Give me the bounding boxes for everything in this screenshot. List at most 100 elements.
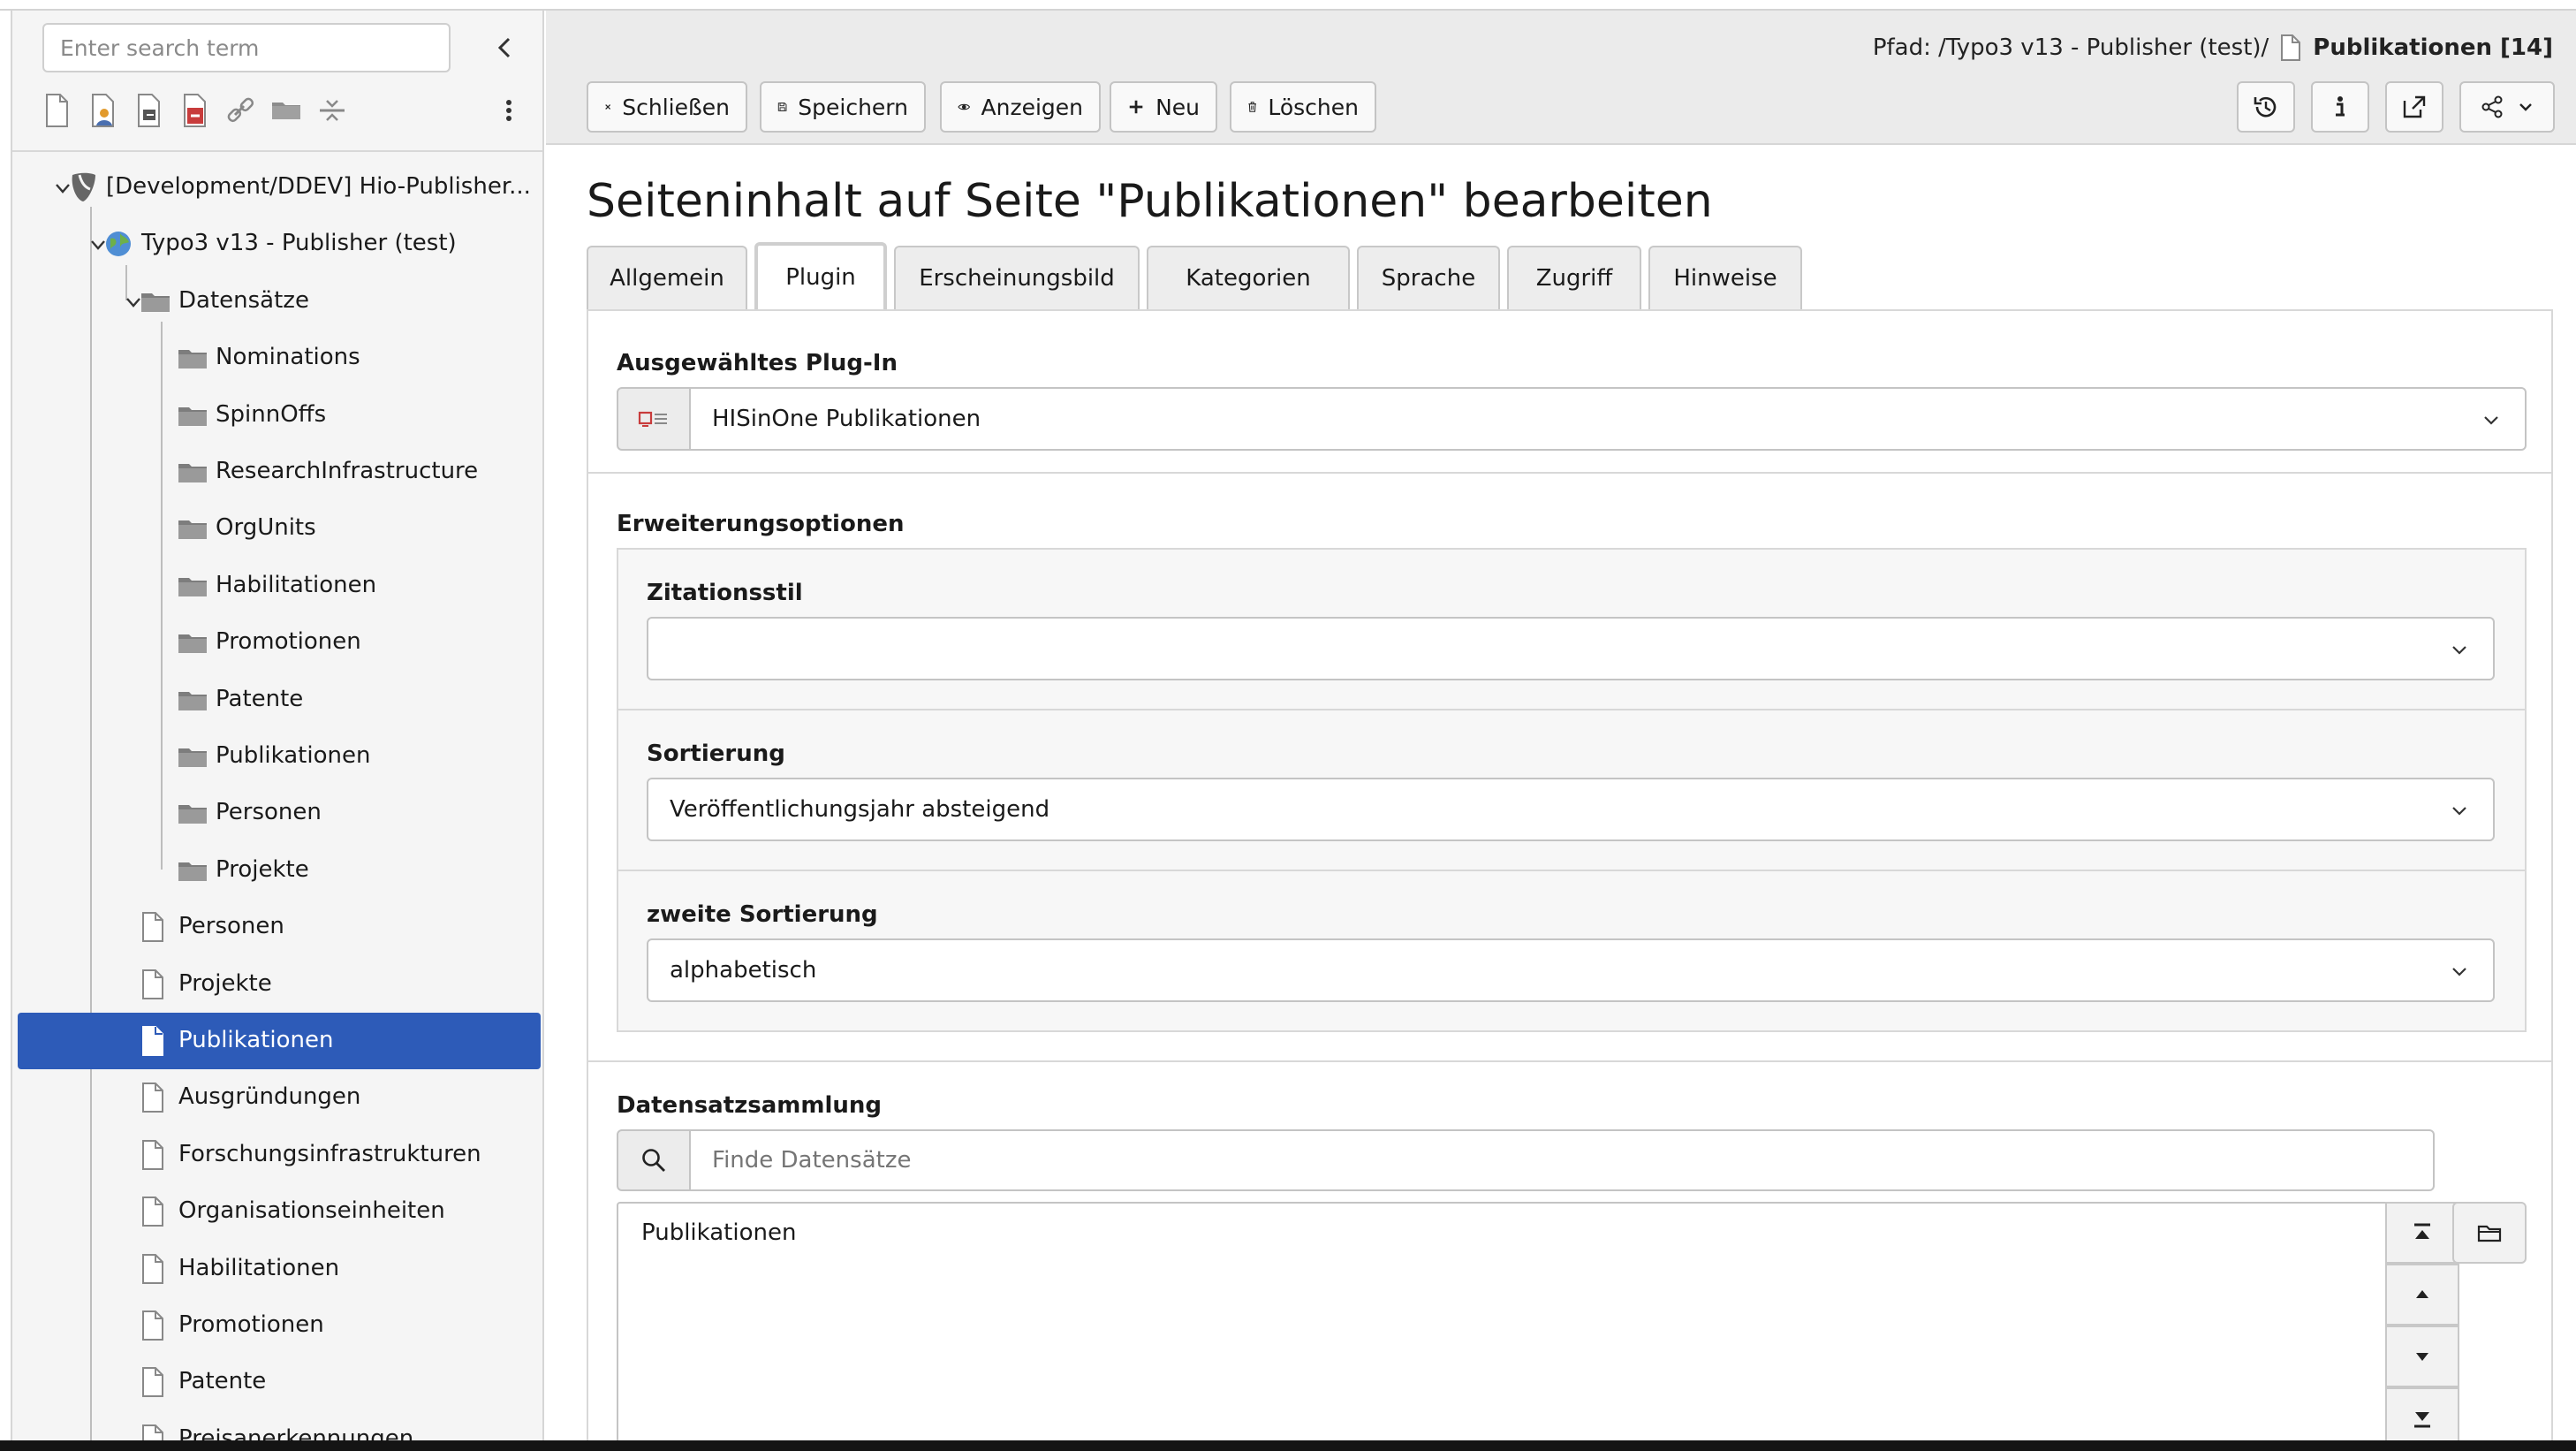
tab-kategorien[interactable]: Kategorien [1147,246,1350,309]
tab-zugriff[interactable]: Zugriff [1507,246,1641,309]
page-icon [140,1308,171,1343]
page-tree-panel: [Development/DDEV] Hio-Publisher... Typo3… [11,11,544,1440]
info-button[interactable] [2311,81,2369,133]
more-vertical-icon[interactable] [493,92,525,129]
history-button[interactable] [2237,81,2295,133]
close-button[interactable]: Schließen [587,81,747,133]
save-button[interactable]: Speichern [760,81,926,133]
tree-item-label: Promotionen [216,628,361,656]
tree-item[interactable]: Publikationen [18,1013,541,1069]
open-new-window-button[interactable] [2385,81,2443,133]
folder-icon [177,739,208,774]
folder-icon [177,568,208,604]
folder-icon [177,853,208,888]
save-icon [777,103,787,111]
tree-item[interactable]: ResearchInfrastructure [18,444,542,500]
tree-item[interactable]: Ausgründungen [18,1069,542,1126]
section-divider [588,472,2551,474]
tree-item-label: Promotionen [178,1311,324,1338]
tree-item[interactable]: Organisationseinheiten [18,1183,542,1240]
page-delete-icon[interactable] [178,92,210,129]
close-button-label: Schließen [622,94,730,120]
folder-icon [177,682,208,718]
tree-item[interactable]: Projekte [18,956,542,1013]
new-button-label: Neu [1155,94,1200,120]
tree-item[interactable]: Preisanerkennungen [18,1411,542,1440]
page-icon [140,1364,171,1400]
browse-records-button[interactable] [2452,1202,2527,1264]
section-divider [588,1060,2551,1062]
page-icon [140,967,171,1002]
chevron-down-icon [2519,103,2532,111]
tree-item[interactable]: [Development/DDEV] Hio-Publisher... [18,159,542,216]
tree-item[interactable]: SpinnOffs [18,387,542,444]
tab-erscheinungsbild[interactable]: Erscheinungsbild [894,246,1140,309]
sorting-label: Sortierung [647,741,785,767]
plugin-select[interactable]: HISinOne Publikationen [689,387,2527,451]
tree-item[interactable]: Habilitationen [18,558,542,614]
tree-search-input[interactable] [42,23,451,72]
arrow-up-icon [2416,1290,2428,1298]
tree-item-label: Personen [216,799,322,826]
tree-item[interactable]: Datensätze [18,273,542,330]
sorting-select[interactable]: Veröffentlichungsjahr absteigend [647,778,2495,841]
tree-item[interactable]: Publikationen [18,728,542,785]
path-prefix: Pfad: /Typo3 v13 - Publisher (test)/ [1872,34,2269,61]
link-icon[interactable] [224,92,256,129]
divider-icon[interactable] [316,92,348,129]
second-sorting-select[interactable]: alphabetisch [647,938,2495,1002]
citation-style-select[interactable] [647,617,2495,680]
tab-allgemein[interactable]: Allgemein [587,246,747,309]
page-link-icon[interactable] [133,92,164,129]
page-user-icon[interactable] [87,92,118,129]
record-collection-list[interactable]: Publikationen [617,1202,2436,1451]
move-down-button[interactable] [2385,1326,2459,1387]
delete-button[interactable]: Löschen [1230,81,1376,133]
move-up-button[interactable] [2385,1264,2459,1326]
tree-item-label: ResearchInfrastructure [216,458,479,484]
tab-sprache[interactable]: Sprache [1357,246,1500,309]
tree-item[interactable]: Promotionen [18,614,542,671]
tree-item-label: Organisationseinheiten [178,1197,445,1225]
folder-icon [177,398,208,433]
second-sorting-value: alphabetisch [670,957,817,984]
tree-item-label: Patente [216,685,304,712]
page-icon [2281,34,2301,61]
folder-open-icon [2477,1225,2502,1242]
chevron-down-icon [2452,646,2466,655]
collapse-sidebar-button[interactable] [489,32,521,64]
tab-plugin[interactable]: Plugin [754,242,887,309]
extension-options-panel: Zitationsstil Sortierung Veröffentlichun… [617,548,2527,1032]
chevron-left-icon [497,37,511,58]
tree-item[interactable]: Personen [18,899,542,955]
new-page-icon[interactable] [41,92,72,129]
tree-item[interactable]: Promotionen [18,1297,542,1354]
share-button[interactable] [2459,81,2555,133]
tree-item-label: Habilitationen [216,571,377,598]
new-button[interactable]: Neu [1110,81,1217,133]
tree-item[interactable]: Personen [18,785,542,841]
section-divider [618,709,2525,710]
view-button[interactable]: Anzeigen [940,81,1101,133]
folder-icon [177,795,208,831]
record-search-input[interactable] [689,1129,2435,1191]
record-item[interactable]: Publikationen [641,1219,796,1246]
tree-item[interactable]: Projekte [18,842,542,899]
tree-item[interactable]: Typo3 v13 - Publisher (test) [18,216,542,272]
tree-item[interactable]: Patente [18,672,542,728]
tree-item[interactable]: OrgUnits [18,500,542,557]
tree-item[interactable]: Forschungsinfrastrukturen [18,1127,542,1183]
path-current-page[interactable]: Publikationen [14] [2313,34,2553,61]
arrow-down-icon [2416,1353,2428,1361]
folder-icon[interactable] [270,92,302,129]
tree-item[interactable]: Habilitationen [18,1241,542,1297]
tab-hinweise[interactable]: Hinweise [1648,246,1802,309]
tree-item[interactable]: Patente [18,1354,542,1410]
tree-item[interactable]: Nominations [18,330,542,386]
page-icon [140,1194,171,1229]
content-area: Pfad: /Typo3 v13 - Publisher (test)/ Pub… [546,11,2576,1451]
tree-item-label: Habilitationen [178,1254,340,1281]
tree-item-label: SpinnOffs [216,400,327,428]
move-to-top-button[interactable] [2385,1202,2459,1264]
plugin-select-value: HISinOne Publikationen [712,406,981,432]
